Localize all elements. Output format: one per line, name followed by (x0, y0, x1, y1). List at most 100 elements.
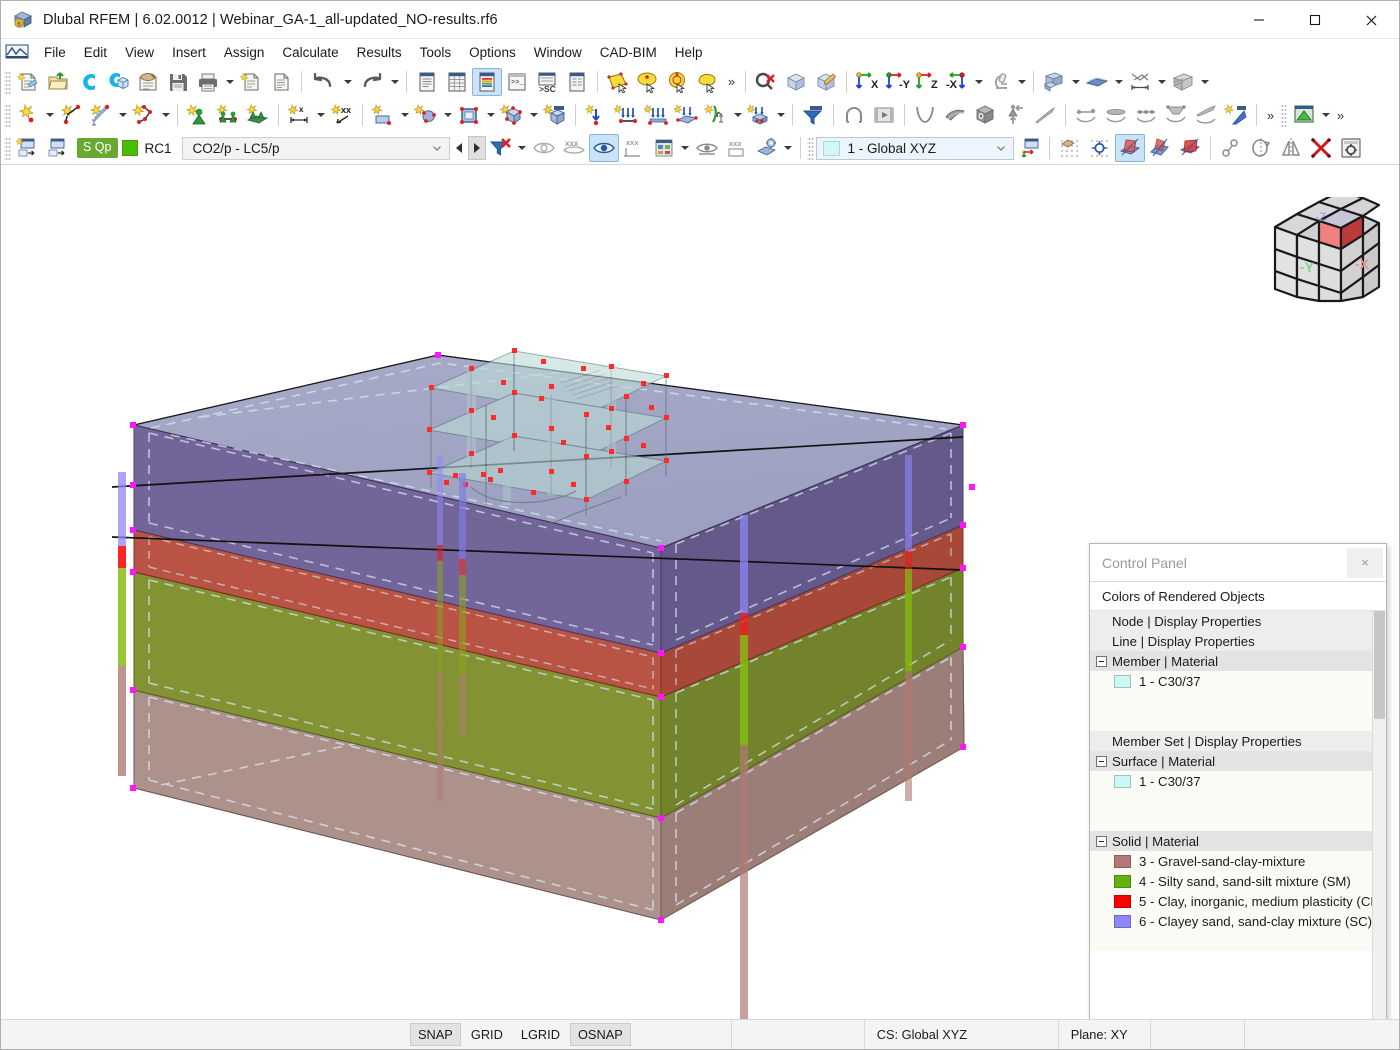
plane-xz-icon[interactable] (1175, 134, 1205, 162)
row1-overflow-a[interactable]: » (723, 69, 740, 95)
menu-insert[interactable]: Insert (163, 43, 215, 62)
rotate-icon[interactable] (1246, 134, 1276, 162)
tree-leaf-solid-3[interactable]: 3 - Gravel-sand-clay-mixture (1090, 851, 1372, 871)
new-polyline-icon[interactable] (129, 101, 159, 129)
wireframe-cube-icon[interactable] (781, 68, 811, 96)
menu-edit[interactable]: Edit (75, 43, 116, 62)
status-toggle-lgrid[interactable]: LGRID (513, 1023, 568, 1046)
funnel-filter-icon[interactable] (798, 101, 828, 129)
collapse-icon[interactable] (1096, 756, 1107, 767)
section-dropdown[interactable] (1198, 68, 1211, 96)
member-load-icon[interactable] (611, 101, 641, 129)
menu-options[interactable]: Options (460, 43, 525, 62)
new-surface-icon[interactable] (368, 101, 398, 129)
rc-color-swatch[interactable] (122, 140, 138, 156)
dice-cube-icon[interactable] (970, 101, 1000, 129)
tree-leaf-solid-5[interactable]: 5 - Clay, inorganic, medium plasticity (… (1090, 891, 1372, 911)
toolbar-grip[interactable] (4, 70, 11, 94)
menu-assign[interactable]: Assign (215, 43, 274, 62)
film-strip-icon[interactable] (869, 101, 899, 129)
nodal-load-icon[interactable] (581, 101, 611, 129)
chevron-down-icon[interactable] (429, 140, 445, 156)
save-button[interactable] (163, 68, 193, 96)
tree-group-solid-material[interactable]: Solid | Material (1090, 831, 1372, 851)
result-member-icon[interactable] (1101, 101, 1131, 129)
open-model-button[interactable] (43, 68, 73, 96)
redo-button[interactable] (354, 68, 388, 96)
tree-group-member-material[interactable]: Member | Material (1090, 651, 1372, 671)
axis-negy-icon[interactable]: -Y (882, 68, 912, 96)
render-dropdown-3[interactable] (782, 134, 795, 162)
axis-x-icon[interactable]: X (852, 68, 882, 96)
undo-dropdown[interactable] (341, 68, 354, 96)
frame-dropdown[interactable] (484, 101, 497, 129)
menu-view[interactable]: View (116, 43, 163, 62)
grid-dots-icon[interactable] (1055, 134, 1085, 162)
xxx-values-icon[interactable]: xxx (559, 134, 589, 162)
navigator-button[interactable] (412, 68, 442, 96)
arch-shape-icon[interactable] (839, 101, 869, 129)
menu-file[interactable]: File (35, 43, 75, 62)
grid-snap-icon[interactable] (1085, 134, 1115, 162)
section-stack-icon[interactable] (1168, 68, 1198, 96)
surface-support-icon[interactable] (243, 101, 273, 129)
collapse-icon[interactable] (1096, 656, 1107, 667)
row2-overflow-b[interactable]: » (1332, 102, 1349, 128)
toolbar-grip[interactable] (1280, 103, 1287, 127)
red-x-icon[interactable] (1306, 134, 1336, 162)
new-model-button[interactable] (13, 68, 43, 96)
tree-leaf-solid-6[interactable]: 6 - Clayey sand, sand-clay mixture (SC) (1090, 911, 1372, 931)
zoom-dropdown[interactable] (1015, 68, 1028, 96)
properties-button[interactable] (562, 68, 592, 96)
new-member-icon[interactable] (86, 101, 116, 129)
new-line-icon[interactable] (56, 101, 86, 129)
model-library-button[interactable] (103, 68, 133, 96)
eye-values-icon[interactable] (589, 134, 619, 162)
menu-tools[interactable]: Tools (411, 43, 461, 62)
axis-z-icon[interactable]: Z (912, 68, 942, 96)
close-button[interactable] (1343, 1, 1399, 39)
catenary-curve-icon[interactable] (910, 101, 940, 129)
printout-report-button[interactable] (236, 68, 266, 96)
tree-item-member-set-display[interactable]: Member Set | Display Properties (1090, 731, 1372, 751)
navigation-cube[interactable]: -Y -X -Z (1267, 197, 1387, 310)
sop-tag[interactable]: S Qp (77, 138, 118, 157)
tree-item-line-display[interactable]: Line | Display Properties (1090, 631, 1372, 651)
node-dropdown[interactable] (43, 101, 56, 129)
console-button[interactable]: >>_ (502, 68, 532, 96)
cube-pencil-icon[interactable] (811, 68, 841, 96)
control-panel-scrollbar[interactable] (1372, 611, 1386, 1019)
select-rectangle-icon[interactable] (603, 68, 633, 96)
tree-leaf-member-c3037[interactable]: 1 - C30/37 (1090, 671, 1372, 691)
flat-surface-icon[interactable] (1082, 68, 1112, 96)
slope-line-icon[interactable] (1030, 101, 1060, 129)
solid-dropdown[interactable] (527, 101, 540, 129)
tree-leaf-surface-c3037[interactable]: 1 - C30/37 (1090, 771, 1372, 791)
menu-cad-bim[interactable]: CAD-BIM (591, 43, 666, 62)
status-toggle-grid[interactable]: GRID (463, 1023, 511, 1046)
circle-select-icon[interactable] (663, 68, 693, 96)
menu-results[interactable]: Results (348, 43, 411, 62)
dimension-icon[interactable] (1125, 68, 1155, 96)
tree-group-surface-material[interactable]: Surface | Material (1090, 751, 1372, 771)
rendered-objects-tree[interactable]: Node | Display Properties Line | Display… (1090, 611, 1372, 1019)
chevron-down-icon[interactable] (993, 140, 1009, 156)
result-beam-icon[interactable] (1071, 101, 1101, 129)
maximize-button[interactable] (1287, 1, 1343, 39)
control-panel-button[interactable] (472, 68, 502, 96)
red-x-funnel-icon[interactable] (486, 134, 516, 162)
base-data-button[interactable] (133, 68, 163, 96)
view-dropdown[interactable] (972, 68, 985, 96)
menu-calculate[interactable]: Calculate (273, 43, 347, 62)
mirror-icon[interactable] (1276, 134, 1306, 162)
new-result-icon[interactable] (1221, 101, 1251, 129)
load-case-combobox[interactable]: CO2/p - LC5/p (182, 137, 450, 160)
plane-xy-icon[interactable] (1115, 134, 1145, 162)
render-gear-icon[interactable] (752, 134, 782, 162)
line-load-icon[interactable] (641, 101, 671, 129)
solid-render-icon[interactable] (1039, 68, 1069, 96)
dimensions-dropdown[interactable] (1155, 68, 1168, 96)
toolbar-grip[interactable] (807, 136, 814, 160)
result-dots-icon[interactable] (1131, 101, 1161, 129)
menu-window[interactable]: Window (525, 43, 591, 62)
